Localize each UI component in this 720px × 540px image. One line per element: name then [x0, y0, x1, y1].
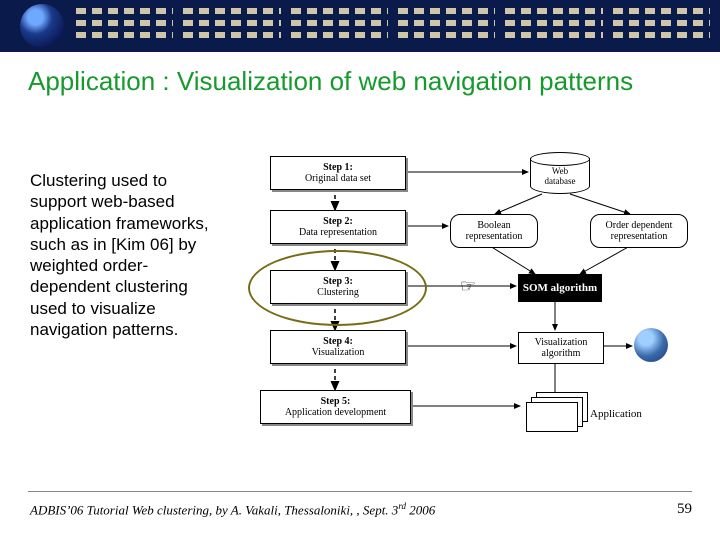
page-number: 59	[677, 501, 692, 518]
step-1-head: Step 1:	[323, 162, 353, 173]
step-5-sub: Application development	[285, 407, 386, 418]
order-rep-label: Order dependent representation	[593, 220, 685, 242]
boolean-rep-box: Boolean representation	[450, 214, 538, 248]
step-1-sub: Original data set	[305, 173, 371, 184]
step-5-box: Step 5: Application development	[260, 390, 411, 424]
application-label: Application	[590, 408, 642, 420]
globe-small-icon	[634, 328, 668, 362]
web-database-cylinder: Webdatabase	[530, 152, 590, 194]
step-2-sub: Data representation	[299, 227, 377, 238]
globe-icon	[20, 4, 64, 48]
visualization-alg-box: Visualization algorithm	[518, 332, 604, 364]
pointer-hand-icon: ☞	[460, 276, 476, 297]
step-5-head: Step 5:	[321, 396, 351, 407]
som-box: SOM algorithm	[518, 274, 602, 302]
step-4-head: Step 4:	[323, 336, 353, 347]
step-2-head: Step 2:	[323, 216, 353, 227]
step-2-box: Step 2: Data representation	[270, 210, 406, 244]
step-4-sub: Visualization	[312, 347, 365, 358]
footer-divider	[28, 491, 692, 492]
step-1-box: Step 1: Original data set	[270, 156, 406, 190]
header-world-strip	[0, 0, 720, 52]
slide-title: Application : Visualization of web navig…	[28, 66, 692, 97]
world-map-grid	[70, 8, 710, 44]
visualization-alg-label: Visualization algorithm	[521, 337, 601, 359]
highlight-circle	[248, 250, 427, 326]
process-diagram: Step 1: Original data set Step 2: Data r…	[230, 150, 700, 470]
order-rep-box: Order dependent representation	[590, 214, 688, 248]
slide-body-text: Clustering used to support web-based app…	[30, 170, 210, 340]
som-label: SOM algorithm	[523, 282, 597, 294]
boolean-rep-label: Boolean representation	[453, 220, 535, 242]
footer-citation: ADBIS’06 Tutorial Web clustering, by A. …	[30, 501, 435, 518]
step-4-box: Step 4: Visualization	[270, 330, 406, 364]
